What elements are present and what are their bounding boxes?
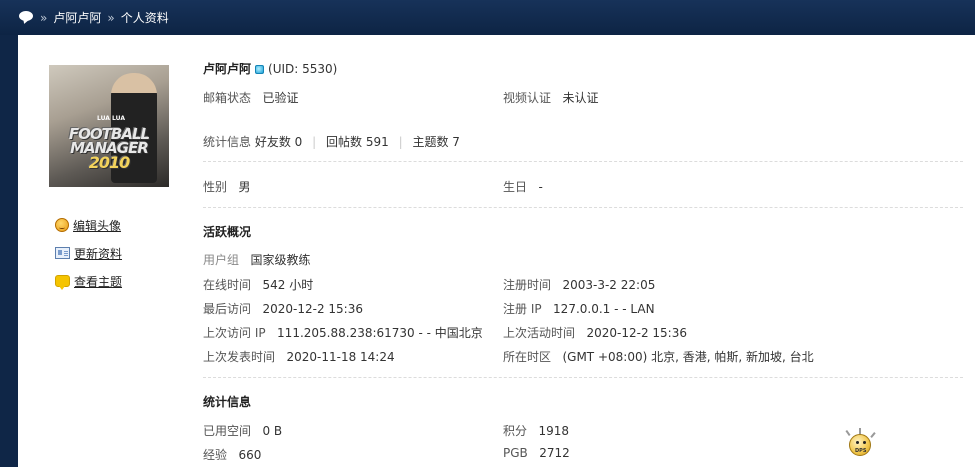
online-time-label: 在线时间 (203, 278, 252, 292)
statistics-section-title: 统计信息 (203, 395, 252, 409)
update-profile-label[interactable]: 更新资料 (74, 245, 122, 262)
register-time-label: 注册时间 (503, 278, 552, 292)
space-used: 已用空间 0 B (203, 422, 282, 439)
stats-divider: | (312, 135, 317, 149)
friends-count-link[interactable]: 好友数 0 (255, 135, 302, 149)
divider (203, 161, 963, 162)
register-ip-value: 127.0.0.1 - - LAN (553, 302, 655, 316)
gender: 性别 男 (203, 178, 250, 195)
video-verify: 视频认证 未认证 (503, 89, 598, 106)
stats-summary: 统计信息 好友数 0 | 回帖数 591 | 主题数 7 (203, 133, 460, 150)
pgb-value: 2712 (539, 446, 570, 460)
points-label: 积分 (503, 424, 528, 438)
timezone-label: 所在时区 (503, 350, 552, 364)
topics-count-link[interactable]: 主题数 7 (412, 135, 459, 149)
register-time: 注册时间 2003-3-2 22:05 (503, 276, 655, 293)
birthday: 生日 - (503, 178, 543, 195)
user-group-label: 用户组 (203, 253, 240, 267)
stats-label: 统计信息 (203, 135, 252, 149)
points-value: 1918 (538, 424, 570, 438)
video-verify-label: 视频认证 (503, 91, 552, 105)
last-visit-label: 最后访问 (203, 302, 252, 316)
profile-actions: 编辑头像 更新资料 查看主题 (55, 211, 122, 295)
last-visit: 最后访问 2020-12-2 15:36 (203, 300, 363, 317)
activity-section-title: 活跃概况 (203, 225, 252, 239)
gender-value: 男 (238, 180, 251, 194)
edit-avatar-label[interactable]: 编辑头像 (73, 217, 121, 234)
email-status-label: 邮箱状态 (203, 91, 252, 105)
online-time-value: 542 小时 (262, 278, 314, 292)
online-status-icon (255, 65, 265, 74)
pgb-label: PGB (503, 446, 528, 460)
email-status-value: 已验证 (262, 91, 299, 105)
username: 卢阿卢阿 (203, 62, 252, 76)
birthday-value: - (538, 180, 543, 194)
last-active: 上次活动时间 2020-12-2 15:36 (503, 324, 687, 341)
space-used-value: 0 B (262, 424, 283, 438)
profile-panel: LUA LUA FOOTBALL MANAGER 2010 编辑头像 更新资料 … (18, 35, 975, 467)
view-topics-link[interactable]: 查看主题 (55, 267, 122, 295)
register-ip: 注册 IP 127.0.0.1 - - LAN (503, 300, 655, 317)
username-row: 卢阿卢阿 (UID: 5530) (203, 60, 337, 77)
mascot-ray (845, 429, 851, 437)
avatar-text-small: LUA LUA (97, 115, 125, 122)
top-navigation-bar: » 卢阿卢阿 » 个人资料 (0, 0, 975, 35)
last-post: 上次发表时间 2020-11-18 14:24 (203, 348, 395, 365)
video-verify-value: 未认证 (562, 91, 599, 105)
divider (203, 377, 963, 378)
smiley-face-icon (55, 218, 69, 232)
last-visit-ip-label: 上次访问 IP (203, 326, 266, 340)
user-group-value: 国家级教练 (250, 253, 311, 267)
last-visit-ip-value: 111.205.88.238:61730 - - 中国北京 (277, 326, 483, 340)
breadcrumb-current: 个人资料 (120, 11, 169, 25)
last-visit-value: 2020-12-2 15:36 (262, 302, 363, 316)
register-time-value: 2003-3-2 22:05 (562, 278, 656, 292)
stats-divider: | (398, 135, 403, 149)
profile-card-icon (55, 247, 70, 259)
sun-mascot-icon[interactable]: DPS (845, 428, 879, 458)
breadcrumb-separator: » (107, 10, 115, 25)
user-uid: (UID: 5530) (268, 62, 338, 76)
points: 积分 1918 (503, 422, 569, 439)
gender-label: 性别 (203, 180, 228, 194)
last-post-value: 2020-11-18 14:24 (286, 350, 395, 364)
last-active-label: 上次活动时间 (503, 326, 576, 340)
register-ip-label: 注册 IP (503, 302, 542, 316)
breadcrumb-user-link[interactable]: 卢阿卢阿 (53, 9, 101, 26)
forum-bubble-icon[interactable] (19, 11, 34, 24)
experience: 经验 660 (203, 446, 261, 463)
breadcrumb-separator: » (40, 10, 48, 25)
experience-value: 660 (238, 448, 262, 462)
divider (203, 207, 963, 208)
last-post-label: 上次发表时间 (203, 350, 276, 364)
speech-bubble-icon (55, 275, 70, 290)
avatar: LUA LUA FOOTBALL MANAGER 2010 (49, 65, 169, 187)
mascot-eye (863, 441, 866, 444)
update-profile-link[interactable]: 更新资料 (55, 239, 122, 267)
last-active-value: 2020-12-2 15:36 (586, 326, 687, 340)
birthday-label: 生日 (503, 180, 528, 194)
mascot-eye (856, 441, 859, 444)
replies-count-link[interactable]: 回帖数 591 (326, 135, 389, 149)
avatar-text-line3: 2010 (88, 153, 131, 172)
timezone-value: (GMT +08:00) 北京, 香港, 帕斯, 新加坡, 台北 (562, 350, 814, 364)
email-status: 邮箱状态 已验证 (203, 89, 298, 106)
mascot-text: DPS (855, 448, 867, 454)
user-group: 用户组 国家级教练 (203, 251, 310, 268)
experience-label: 经验 (203, 448, 228, 462)
pgb: PGB 2712 (503, 446, 570, 460)
mascot-ray (870, 432, 876, 438)
view-topics-label[interactable]: 查看主题 (74, 273, 122, 290)
space-used-label: 已用空间 (203, 424, 252, 438)
last-visit-ip: 上次访问 IP 111.205.88.238:61730 - - 中国北京 (203, 324, 483, 341)
timezone: 所在时区 (GMT +08:00) 北京, 香港, 帕斯, 新加坡, 台北 (503, 348, 814, 365)
online-time: 在线时间 542 小时 (203, 276, 313, 293)
edit-avatar-link[interactable]: 编辑头像 (55, 211, 122, 239)
